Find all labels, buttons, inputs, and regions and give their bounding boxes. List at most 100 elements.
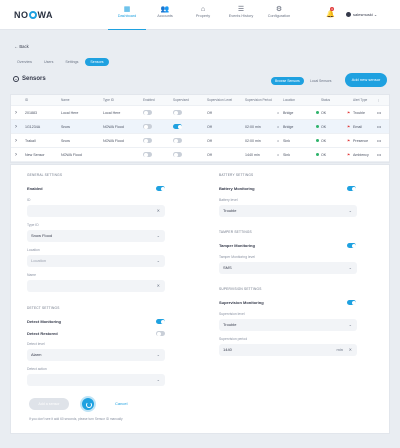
local-sensors-button[interactable]: Local Sensors bbox=[306, 77, 336, 85]
supervised-toggle[interactable] bbox=[173, 134, 182, 148]
enabled-toggle[interactable] bbox=[143, 134, 152, 148]
user-menu[interactable]: salesmuski ⌄ bbox=[346, 12, 377, 17]
tamper-level-select[interactable]: SMS ⌄ bbox=[219, 262, 357, 274]
more-options-icon[interactable]: ••• bbox=[377, 148, 381, 162]
column-header[interactable]: Type ID bbox=[103, 95, 114, 106]
alert-type-icon: ⚑ bbox=[347, 153, 351, 157]
nav-item-events-history[interactable]: ☰ Events History bbox=[222, 0, 260, 30]
minus-circle-icon[interactable]: – bbox=[13, 76, 19, 82]
cell-name: NOWA Flood bbox=[61, 153, 82, 157]
more-options-icon[interactable]: ••• bbox=[377, 134, 381, 148]
id-field[interactable]: ✕ bbox=[27, 205, 165, 217]
expand-chevron-icon[interactable]: › bbox=[15, 106, 17, 120]
cancel-button[interactable]: Cancel bbox=[115, 401, 127, 406]
table-row[interactable]: › 1G1234A Snow NOWA Flood Off 02:00 min ⌂ Bridg… bbox=[11, 120, 389, 134]
table-header: ID Name Type ID Enabled Supervised Supervisio… bbox=[11, 95, 389, 106]
detect-action-label: Detect action bbox=[27, 367, 47, 371]
cell-type: NOWA Flood bbox=[103, 125, 124, 129]
chevron-down-icon: ⌄ bbox=[156, 258, 160, 263]
column-header[interactable]: Supervised bbox=[173, 95, 189, 106]
enabled-toggle[interactable] bbox=[156, 186, 165, 191]
table-row[interactable]: › 201883 Local Here Local Here Off ⌂ Bridge OK ⚑… bbox=[11, 106, 389, 120]
column-header[interactable]: Alert Type bbox=[353, 95, 367, 106]
column-header[interactable]: Status bbox=[321, 95, 330, 106]
cell-alert: Presence bbox=[353, 139, 369, 143]
add-sensor-submit-button[interactable]: Add a sensor bbox=[29, 398, 69, 410]
clear-icon[interactable]: ✕ bbox=[157, 205, 160, 217]
battery-monitoring-toggle[interactable] bbox=[347, 186, 356, 191]
type-value: Snow Flood bbox=[31, 233, 53, 238]
clear-icon[interactable]: ✕ bbox=[157, 280, 160, 292]
column-header[interactable]: ID bbox=[25, 95, 28, 106]
supervised-toggle[interactable] bbox=[173, 106, 182, 120]
cell-name: Snow bbox=[61, 125, 70, 129]
more-options-icon[interactable]: ••• bbox=[377, 106, 381, 120]
sensor-form: GENERAL SETTINGS Enabled ID ✕ Type ID Sn… bbox=[10, 164, 390, 434]
tamper-monitoring-toggle[interactable] bbox=[347, 243, 356, 248]
nav-item-property[interactable]: ⌂ Property bbox=[184, 0, 222, 30]
battery-settings-heading: BATTERY SETTINGS bbox=[219, 173, 254, 177]
tab-settings[interactable]: Settings bbox=[60, 58, 83, 66]
browse-sensors-button[interactable]: Browse Sensors bbox=[271, 77, 304, 85]
nav-item-label: Property bbox=[195, 14, 211, 18]
column-header[interactable]: Location bbox=[283, 95, 295, 106]
supervision-level-select[interactable]: Trouble ⌄ bbox=[219, 319, 357, 331]
supervision-period-value: 1440 bbox=[223, 347, 232, 352]
back-link[interactable]: ← Back bbox=[14, 44, 29, 49]
column-header[interactable]: Supervision Period bbox=[245, 95, 272, 106]
table-menu-icon[interactable]: ⋮ bbox=[377, 95, 380, 106]
top-bar: NO WA ▦ Dashboard 👥 Accounts ⌂ Property ☰ Events… bbox=[0, 0, 400, 30]
cell-level: Off bbox=[207, 139, 212, 143]
cell-level: Off bbox=[207, 125, 212, 129]
column-header[interactable]: Enabled bbox=[143, 95, 155, 106]
section-title-text: Sensors bbox=[22, 76, 46, 82]
enabled-toggle[interactable] bbox=[143, 120, 152, 134]
detect-monitoring-toggle[interactable] bbox=[156, 319, 165, 324]
supervision-period-field[interactable]: 1440 min ✕ bbox=[219, 344, 357, 356]
tab-overview[interactable]: Overview bbox=[12, 58, 37, 66]
cell-period: 1440 min bbox=[245, 153, 260, 157]
table-row[interactable]: › New Sensor NOWA Flood Off 1440 min ⌂ Sink OK ⚑… bbox=[11, 148, 389, 162]
cell-location: Bridge bbox=[283, 125, 294, 129]
cell-period: 02:00 min bbox=[245, 139, 261, 143]
expand-chevron-icon[interactable]: › bbox=[15, 120, 17, 134]
detect-restored-toggle[interactable] bbox=[156, 331, 165, 336]
cell-status: OK bbox=[321, 139, 327, 143]
enabled-toggle[interactable] bbox=[143, 148, 152, 162]
notifications-bell-icon[interactable]: 🔔 4 bbox=[326, 7, 335, 18]
nav-item-dashboard[interactable]: ▦ Dashboard bbox=[108, 0, 146, 30]
tamper-level-value: SMS bbox=[223, 265, 232, 270]
expand-chevron-icon[interactable]: › bbox=[15, 148, 17, 162]
enabled-toggle[interactable] bbox=[143, 106, 152, 120]
column-header[interactable]: Name bbox=[61, 95, 70, 106]
add-sensor-button[interactable]: Add new sensor bbox=[345, 73, 387, 87]
cell-period: 02:00 min bbox=[245, 125, 261, 129]
logo[interactable]: NO WA bbox=[14, 10, 53, 20]
clear-icon[interactable]: ✕ bbox=[349, 344, 352, 356]
chevron-down-icon: ⌄ bbox=[348, 322, 352, 327]
page-tabs: Overview Users Settings Sensors bbox=[12, 58, 109, 66]
nav-item-configuration[interactable]: ⚙ Configuration bbox=[260, 0, 298, 30]
name-label: Name bbox=[27, 273, 37, 277]
supervision-settings-heading: SUPERVISION SETTINGS bbox=[219, 287, 262, 291]
tab-sensors[interactable]: Sensors bbox=[85, 58, 109, 66]
cell-id: 201883 bbox=[25, 111, 37, 115]
location-select[interactable]: Location ⌄ bbox=[27, 255, 165, 267]
location-pin-icon: ⌂ bbox=[277, 139, 280, 143]
cell-location: Bridge bbox=[283, 111, 294, 115]
detect-level-select[interactable]: Alarm ⌄ bbox=[27, 349, 165, 361]
expand-chevron-icon[interactable]: › bbox=[15, 134, 17, 148]
tab-users[interactable]: Users bbox=[39, 58, 58, 66]
type-select[interactable]: Snow Flood ⌄ bbox=[27, 230, 165, 242]
battery-level-select[interactable]: Trouble ⌄ bbox=[219, 205, 357, 217]
detect-action-select[interactable]: ⌄ bbox=[27, 374, 165, 386]
supervision-monitoring-toggle[interactable] bbox=[347, 300, 356, 305]
supervised-toggle[interactable] bbox=[173, 120, 182, 134]
column-header[interactable]: Supervision Level bbox=[207, 95, 232, 106]
hint-text: If you don't see it add 60 seconds, plea… bbox=[29, 417, 123, 421]
more-options-icon[interactable]: ••• bbox=[377, 120, 381, 134]
table-row[interactable]: › Trakall Snow NOWA Flood Off 02:00 min ⌂ Sink O… bbox=[11, 134, 389, 148]
nav-item-accounts[interactable]: 👥 Accounts bbox=[146, 0, 184, 30]
name-field[interactable]: ✕ bbox=[27, 280, 165, 292]
supervised-toggle[interactable] bbox=[173, 148, 182, 162]
